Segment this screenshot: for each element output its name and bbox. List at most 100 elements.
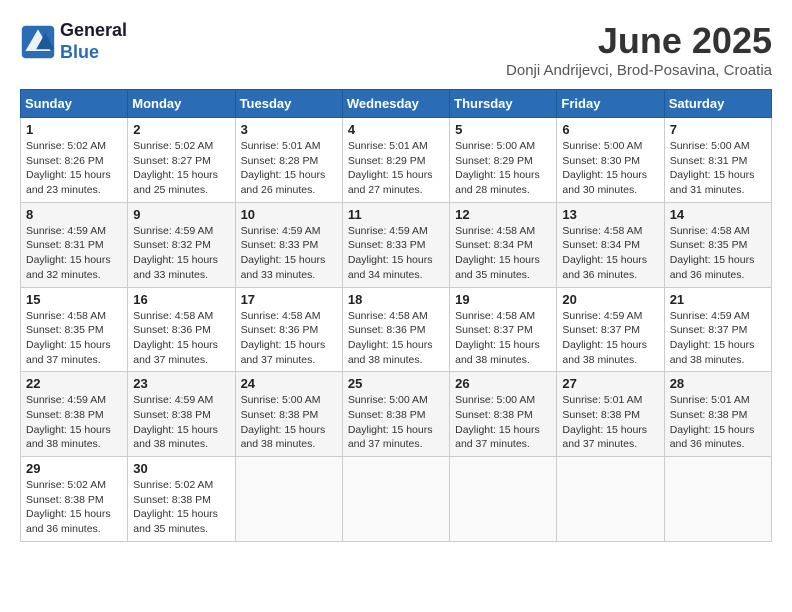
day-number: 2 — [133, 122, 229, 137]
calendar-cell: 24 Sunrise: 5:00 AMSunset: 8:38 PMDaylig… — [235, 372, 342, 457]
day-info: Sunrise: 4:58 AMSunset: 8:36 PMDaylight:… — [241, 310, 326, 366]
calendar-cell: 7 Sunrise: 5:00 AMSunset: 8:31 PMDayligh… — [664, 118, 771, 203]
calendar-cell: 18 Sunrise: 4:58 AMSunset: 8:36 PMDaylig… — [342, 287, 449, 372]
day-info: Sunrise: 4:59 AMSunset: 8:33 PMDaylight:… — [241, 225, 326, 281]
day-info: Sunrise: 5:00 AMSunset: 8:38 PMDaylight:… — [348, 394, 433, 450]
day-number: 8 — [26, 207, 122, 222]
weekday-header: Friday — [557, 90, 664, 118]
calendar-cell: 19 Sunrise: 4:58 AMSunset: 8:37 PMDaylig… — [450, 287, 557, 372]
day-info: Sunrise: 5:00 AMSunset: 8:31 PMDaylight:… — [670, 140, 755, 196]
weekday-header: Saturday — [664, 90, 771, 118]
calendar-cell: 9 Sunrise: 4:59 AMSunset: 8:32 PMDayligh… — [128, 202, 235, 287]
calendar-cell: 26 Sunrise: 5:00 AMSunset: 8:38 PMDaylig… — [450, 372, 557, 457]
day-info: Sunrise: 5:01 AMSunset: 8:28 PMDaylight:… — [241, 140, 326, 196]
day-info: Sunrise: 4:59 AMSunset: 8:33 PMDaylight:… — [348, 225, 433, 281]
day-info: Sunrise: 5:00 AMSunset: 8:38 PMDaylight:… — [241, 394, 326, 450]
day-info: Sunrise: 4:59 AMSunset: 8:38 PMDaylight:… — [26, 394, 111, 450]
day-info: Sunrise: 5:01 AMSunset: 8:29 PMDaylight:… — [348, 140, 433, 196]
calendar-cell: 14 Sunrise: 4:58 AMSunset: 8:35 PMDaylig… — [664, 202, 771, 287]
calendar-week-row: 1 Sunrise: 5:02 AMSunset: 8:26 PMDayligh… — [21, 118, 772, 203]
weekday-header: Wednesday — [342, 90, 449, 118]
day-number: 22 — [26, 376, 122, 391]
calendar-cell: 6 Sunrise: 5:00 AMSunset: 8:30 PMDayligh… — [557, 118, 664, 203]
calendar-cell: 11 Sunrise: 4:59 AMSunset: 8:33 PMDaylig… — [342, 202, 449, 287]
day-info: Sunrise: 4:58 AMSunset: 8:34 PMDaylight:… — [455, 225, 540, 281]
day-number: 17 — [241, 292, 337, 307]
calendar-cell: 22 Sunrise: 4:59 AMSunset: 8:38 PMDaylig… — [21, 372, 128, 457]
calendar-cell: 2 Sunrise: 5:02 AMSunset: 8:27 PMDayligh… — [128, 118, 235, 203]
day-info: Sunrise: 5:02 AMSunset: 8:27 PMDaylight:… — [133, 140, 218, 196]
day-info: Sunrise: 5:01 AMSunset: 8:38 PMDaylight:… — [562, 394, 647, 450]
day-number: 13 — [562, 207, 658, 222]
calendar-cell — [450, 457, 557, 542]
logo: General Blue — [20, 20, 127, 63]
day-number: 11 — [348, 207, 444, 222]
day-number: 28 — [670, 376, 766, 391]
day-info: Sunrise: 5:00 AMSunset: 8:38 PMDaylight:… — [455, 394, 540, 450]
day-number: 20 — [562, 292, 658, 307]
day-number: 7 — [670, 122, 766, 137]
day-info: Sunrise: 4:58 AMSunset: 8:34 PMDaylight:… — [562, 225, 647, 281]
logo-icon — [20, 24, 56, 60]
day-info: Sunrise: 5:02 AMSunset: 8:38 PMDaylight:… — [133, 479, 218, 535]
calendar-cell — [235, 457, 342, 542]
day-info: Sunrise: 5:02 AMSunset: 8:38 PMDaylight:… — [26, 479, 111, 535]
calendar-cell: 4 Sunrise: 5:01 AMSunset: 8:29 PMDayligh… — [342, 118, 449, 203]
calendar-cell — [342, 457, 449, 542]
calendar-cell: 29 Sunrise: 5:02 AMSunset: 8:38 PMDaylig… — [21, 457, 128, 542]
day-info: Sunrise: 4:59 AMSunset: 8:37 PMDaylight:… — [562, 310, 647, 366]
calendar-cell — [664, 457, 771, 542]
day-info: Sunrise: 4:59 AMSunset: 8:38 PMDaylight:… — [133, 394, 218, 450]
day-number: 26 — [455, 376, 551, 391]
calendar-cell: 20 Sunrise: 4:59 AMSunset: 8:37 PMDaylig… — [557, 287, 664, 372]
day-number: 1 — [26, 122, 122, 137]
logo-line1: General — [60, 20, 127, 42]
calendar-cell: 1 Sunrise: 5:02 AMSunset: 8:26 PMDayligh… — [21, 118, 128, 203]
day-number: 23 — [133, 376, 229, 391]
day-number: 16 — [133, 292, 229, 307]
day-info: Sunrise: 5:02 AMSunset: 8:26 PMDaylight:… — [26, 140, 111, 196]
calendar-cell: 15 Sunrise: 4:58 AMSunset: 8:35 PMDaylig… — [21, 287, 128, 372]
day-number: 29 — [26, 461, 122, 476]
day-number: 21 — [670, 292, 766, 307]
day-number: 5 — [455, 122, 551, 137]
weekday-header: Sunday — [21, 90, 128, 118]
calendar-cell: 5 Sunrise: 5:00 AMSunset: 8:29 PMDayligh… — [450, 118, 557, 203]
calendar-cell: 27 Sunrise: 5:01 AMSunset: 8:38 PMDaylig… — [557, 372, 664, 457]
day-number: 24 — [241, 376, 337, 391]
day-number: 18 — [348, 292, 444, 307]
calendar-cell: 25 Sunrise: 5:00 AMSunset: 8:38 PMDaylig… — [342, 372, 449, 457]
day-number: 25 — [348, 376, 444, 391]
calendar-week-row: 8 Sunrise: 4:59 AMSunset: 8:31 PMDayligh… — [21, 202, 772, 287]
day-info: Sunrise: 5:01 AMSunset: 8:38 PMDaylight:… — [670, 394, 755, 450]
day-info: Sunrise: 4:58 AMSunset: 8:37 PMDaylight:… — [455, 310, 540, 366]
calendar-cell: 12 Sunrise: 4:58 AMSunset: 8:34 PMDaylig… — [450, 202, 557, 287]
day-number: 4 — [348, 122, 444, 137]
day-number: 14 — [670, 207, 766, 222]
calendar-subtitle: Donji Andrijevci, Brod-Posavina, Croatia — [506, 62, 772, 79]
header: General Blue June 2025 Donji Andrijevci,… — [20, 20, 772, 79]
weekday-header: Thursday — [450, 90, 557, 118]
day-info: Sunrise: 4:59 AMSunset: 8:31 PMDaylight:… — [26, 225, 111, 281]
calendar-week-row: 29 Sunrise: 5:02 AMSunset: 8:38 PMDaylig… — [21, 457, 772, 542]
day-number: 3 — [241, 122, 337, 137]
day-number: 15 — [26, 292, 122, 307]
calendar-table: SundayMondayTuesdayWednesdayThursdayFrid… — [20, 89, 772, 542]
calendar-cell: 8 Sunrise: 4:59 AMSunset: 8:31 PMDayligh… — [21, 202, 128, 287]
calendar-cell: 10 Sunrise: 4:59 AMSunset: 8:33 PMDaylig… — [235, 202, 342, 287]
weekday-header: Tuesday — [235, 90, 342, 118]
calendar-title: June 2025 — [506, 20, 772, 62]
day-info: Sunrise: 4:59 AMSunset: 8:37 PMDaylight:… — [670, 310, 755, 366]
calendar-cell — [557, 457, 664, 542]
weekday-header-row: SundayMondayTuesdayWednesdayThursdayFrid… — [21, 90, 772, 118]
calendar-cell: 28 Sunrise: 5:01 AMSunset: 8:38 PMDaylig… — [664, 372, 771, 457]
day-info: Sunrise: 4:58 AMSunset: 8:36 PMDaylight:… — [348, 310, 433, 366]
day-info: Sunrise: 4:59 AMSunset: 8:32 PMDaylight:… — [133, 225, 218, 281]
title-area: June 2025 Donji Andrijevci, Brod-Posavin… — [506, 20, 772, 79]
day-number: 30 — [133, 461, 229, 476]
calendar-cell: 16 Sunrise: 4:58 AMSunset: 8:36 PMDaylig… — [128, 287, 235, 372]
day-number: 19 — [455, 292, 551, 307]
day-info: Sunrise: 5:00 AMSunset: 8:29 PMDaylight:… — [455, 140, 540, 196]
day-info: Sunrise: 4:58 AMSunset: 8:36 PMDaylight:… — [133, 310, 218, 366]
day-number: 10 — [241, 207, 337, 222]
